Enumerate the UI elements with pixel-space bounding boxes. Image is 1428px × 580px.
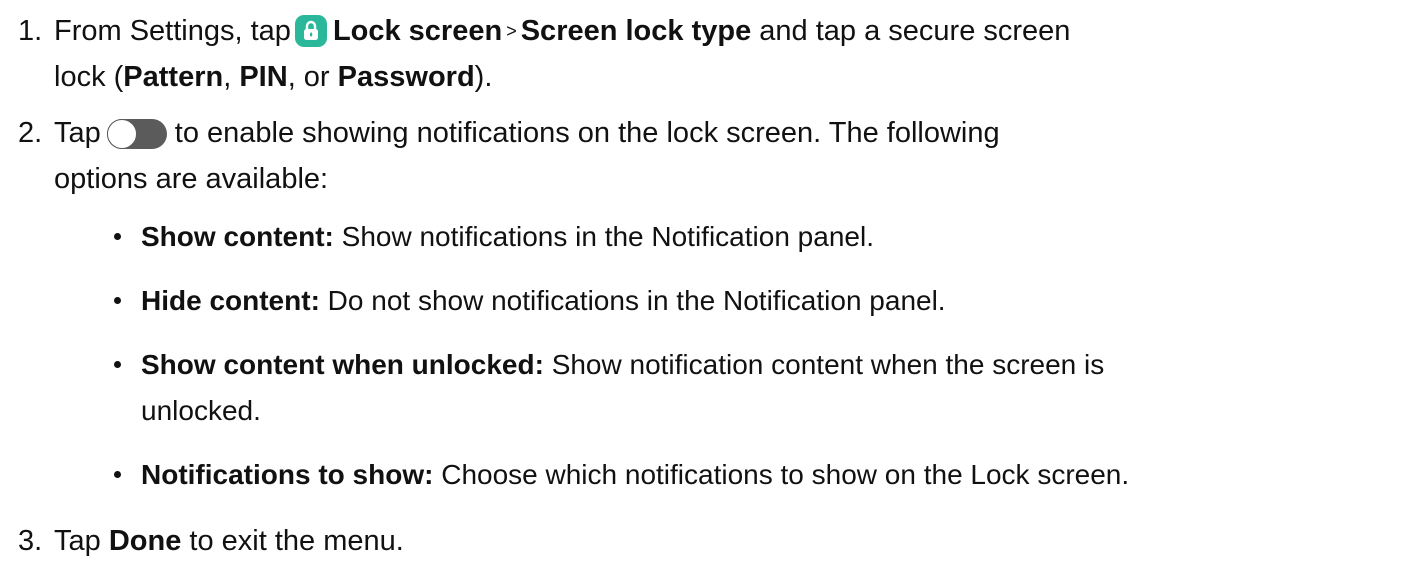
step-1-line-2: lock (Pattern, PIN, or Password). (54, 54, 492, 100)
breadcrumb-separator: > (506, 21, 517, 41)
step-3-line-1: Tap Done to exit the menu. (54, 518, 404, 564)
option-notifications-to-show: Notifications to show: Choose which noti… (0, 452, 1428, 498)
option-term: Hide content (141, 285, 311, 316)
punctuation: , (223, 61, 232, 93)
option-term: Show content (141, 221, 325, 252)
step-2-line-1: Tap to enable showing notifications on th… (54, 110, 1000, 156)
menu-screen-lock-type: Screen lock type (520, 15, 752, 47)
option-hide-content: Hide content: Do not show notifications … (0, 278, 1428, 324)
step-2-line-2: options are available: (54, 156, 328, 202)
option-pattern: Pattern (123, 61, 224, 93)
step-1-line-1: From Settings, tap Lock screen > Screen loc… (54, 8, 1070, 57)
step-text: , or (287, 61, 330, 93)
step-text: to enable showing notifications on the l… (174, 117, 1000, 149)
option-description-cont: unlocked. (141, 395, 261, 426)
step-number: 1. (18, 15, 43, 47)
step-3: 3. Tap Done to exit the menu. (0, 518, 1428, 564)
option-description: Choose which notifications to show on th… (441, 459, 1130, 490)
step-2: 2. Tap to enable showing notifications on… (0, 110, 1428, 202)
option-description: Show notifications in the Notification p… (341, 221, 874, 252)
bullet-dot (114, 361, 121, 368)
option-term: Show content when unlocked (141, 349, 535, 380)
option-show-content: Show content: Show notifications in the … (0, 214, 1428, 260)
step-text: ). (474, 61, 493, 93)
step-text: Tap (54, 525, 101, 557)
step-number: 2. (18, 117, 43, 149)
toggle-switch-icon (106, 119, 167, 149)
step-text: Tap (54, 117, 101, 149)
bullet-dot (114, 233, 121, 240)
bullet-dot (114, 297, 121, 304)
step-text: From Settings, tap (54, 15, 291, 47)
step-text: to exit the menu. (189, 525, 404, 557)
option-password: Password (337, 61, 475, 93)
option-colon: : (424, 459, 434, 490)
step-1: 1. From Settings, tap Lock screen > Screen … (0, 8, 1428, 100)
toggle-knob (106, 119, 137, 149)
option-term: Notifications to show (141, 459, 425, 490)
option-description: Show notification content when the scree… (551, 349, 1105, 380)
step-number: 3. (18, 525, 43, 557)
option-description: Do not show notifications in the Notific… (327, 285, 946, 316)
option-pin: PIN (239, 61, 288, 93)
option-colon: : (310, 285, 320, 316)
bullet-dot (114, 471, 121, 478)
done-label: Done (108, 525, 182, 557)
instructions-document: 1. From Settings, tap Lock screen > Screen … (0, 0, 1428, 580)
step-text: lock ( (54, 61, 124, 93)
step-text: options are available: (54, 163, 329, 195)
lock-icon (294, 15, 327, 47)
step-text: and tap a secure screen (759, 15, 1071, 47)
menu-lock-screen: Lock screen (332, 15, 503, 47)
option-colon: : (534, 349, 544, 380)
option-colon: : (324, 221, 334, 252)
option-show-content-when-unlocked: Show content when unlocked: Show notific… (0, 342, 1428, 434)
